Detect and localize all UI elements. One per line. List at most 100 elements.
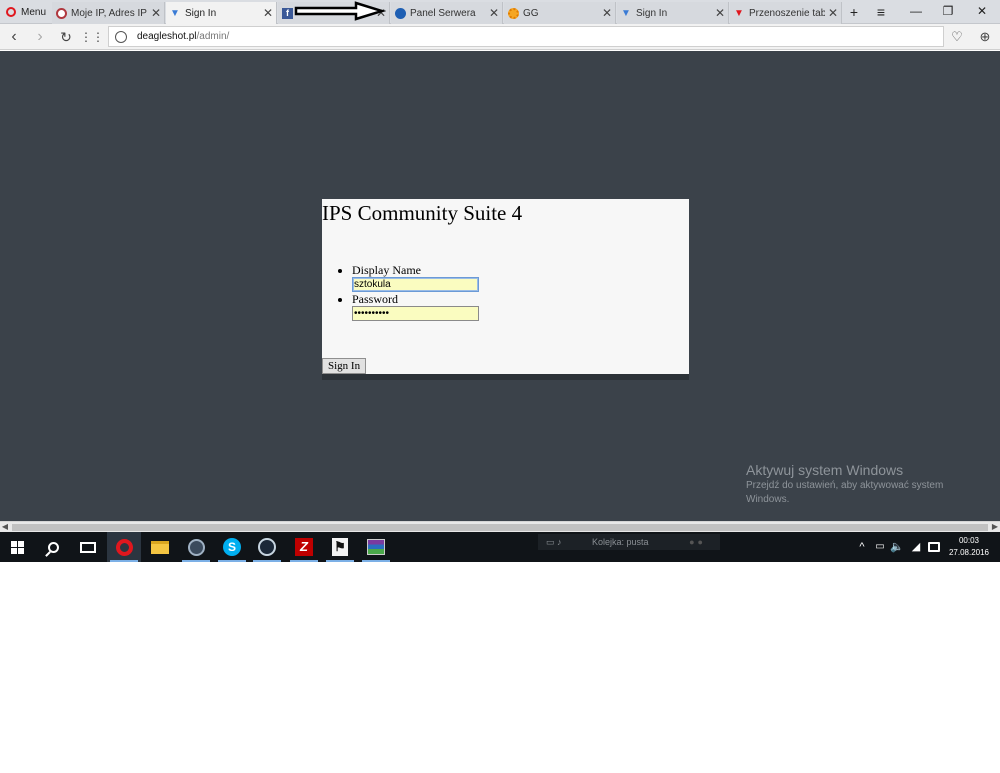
taskbar-skype[interactable]: S	[215, 532, 249, 562]
clock-time: 00:03	[958, 536, 980, 545]
network-icon[interactable]: ◢	[908, 532, 924, 562]
tab-sign-in[interactable]: ▼ Sign In ✕	[617, 2, 729, 24]
winrar-icon	[367, 539, 385, 555]
display-name-item: Display Name	[352, 263, 479, 292]
close-tab-icon[interactable]: ✕	[148, 6, 164, 20]
tab-label: Sign In	[185, 7, 217, 19]
close-tab-icon[interactable]: ✕	[486, 6, 502, 20]
system-clock[interactable]: 00:03 27.08.2016	[944, 535, 994, 559]
taskbar-winrar[interactable]	[359, 532, 393, 562]
facebook-icon: f	[282, 7, 293, 19]
download-icon[interactable]: ⊕	[974, 26, 996, 48]
gg-icon	[508, 7, 519, 19]
opera-icon	[115, 538, 133, 556]
speed-dial-grid-icon[interactable]: ⋮⋮⋮	[80, 26, 116, 48]
taskbar-opera[interactable]	[107, 532, 141, 562]
start-button[interactable]	[0, 532, 34, 562]
tab-sign-in-active[interactable]: ▼ Sign In ✕	[166, 2, 277, 24]
tab-label: Panel Serwera	[410, 7, 476, 19]
folder-icon	[151, 540, 169, 554]
sign-in-button[interactable]: Sign In	[322, 358, 367, 374]
display-name-input[interactable]	[352, 277, 479, 292]
blank-area	[0, 562, 1000, 773]
scroll-left-icon[interactable]: ◀	[0, 522, 10, 532]
url-host: deagleshot.pl	[137, 31, 197, 42]
new-tab-icon[interactable]: +	[843, 0, 865, 24]
watermark-title: Aktywuj system Windows	[746, 462, 904, 478]
password-label: Password	[352, 292, 399, 306]
restore-icon[interactable]: ❐	[932, 0, 964, 24]
password-item: Password	[352, 292, 479, 321]
search-icon	[47, 541, 59, 553]
reload-icon[interactable]: ↻	[55, 26, 77, 48]
filezilla-icon: Z	[295, 538, 313, 556]
action-center-button[interactable]	[926, 532, 942, 562]
tab-strip: Menu Moje IP, Adres IP - ✕ ▼ Sign In ✕ f…	[0, 0, 1000, 24]
ip-site-icon	[56, 7, 67, 19]
panel-favicon-icon	[395, 7, 406, 19]
tab-label: GG	[523, 7, 539, 19]
tab-przenoszenie[interactable]: ▼ Przenoszenie tabel ✕	[730, 2, 842, 24]
tab-menu-icon[interactable]: ≡	[870, 0, 892, 24]
page-title: IPS Community Suite 4	[322, 201, 523, 225]
close-tab-icon[interactable]: ✕	[599, 6, 615, 20]
media-toolbar: ▭ ♪ Kolejka: pusta ●●	[538, 534, 720, 550]
clock-date: 27.08.2016	[948, 548, 990, 557]
close-tab-icon[interactable]: ✕	[712, 6, 728, 20]
windows-logo-icon	[10, 540, 24, 554]
password-input[interactable]	[352, 306, 479, 321]
scrollbar-thumb[interactable]	[12, 524, 988, 531]
tab-panel-serwera[interactable]: Panel Serwera ✕	[391, 2, 503, 24]
taskbar-counter-strike[interactable]: ⚑	[323, 532, 357, 562]
scroll-right-icon[interactable]: ▶	[990, 522, 1000, 532]
skype-icon: S	[223, 538, 241, 556]
app-circle-icon	[187, 538, 205, 556]
horizontal-scrollbar[interactable]: ◀ ▶	[0, 521, 1000, 532]
search-button[interactable]	[36, 532, 70, 562]
media-controls-icon[interactable]: ●●	[689, 534, 706, 550]
browser-toolbar: ‹ › ↻ ⋮⋮⋮ deagleshot.pl/admin/ ♡ ⊕	[0, 24, 1000, 50]
volume-icon[interactable]: 🔈	[889, 532, 905, 562]
taskbar-file-explorer[interactable]	[143, 532, 177, 562]
menu-label: Menu	[21, 6, 47, 18]
counter-strike-icon: ⚑	[332, 538, 348, 556]
display-name-label: Display Name	[352, 263, 421, 277]
notification-icon	[928, 542, 940, 552]
media-icons: ▭ ♪	[546, 537, 562, 547]
battery-icon[interactable]: ▭	[872, 532, 888, 562]
watermark-subtitle: Przejdź do ustawień, aby aktywować syste…	[746, 480, 944, 505]
opera-menu-button[interactable]: Menu	[0, 0, 50, 24]
tab-label: Przenoszenie tabel	[749, 7, 825, 19]
annotation-arrow-icon	[294, 1, 386, 21]
v-favicon-icon: ▼	[621, 7, 631, 19]
v-favicon-icon: ▼	[170, 7, 180, 19]
forward-icon[interactable]: ›	[29, 26, 51, 48]
back-icon[interactable]: ‹	[3, 26, 25, 48]
steam-icon	[258, 538, 276, 556]
taskbar-steam[interactable]	[250, 532, 284, 562]
windows-activation-watermark: Aktywuj system Windows Przejdź do ustawi…	[746, 461, 986, 507]
close-tab-icon[interactable]: ✕	[260, 6, 276, 20]
taskbar-filezilla[interactable]: Z	[287, 532, 321, 562]
page-content: IPS Community Suite 4 Display Name Passw…	[0, 51, 1000, 521]
red-v-favicon-icon: ▼	[734, 7, 744, 19]
tray-expand-icon[interactable]: ^	[855, 532, 869, 562]
media-queue-label: Kolejka: pusta	[592, 537, 649, 547]
windows-taskbar: S Z ⚑ ▭ ♪ Kolejka: pusta ●● ^ ▭ 🔈 ◢ 00:0…	[0, 532, 1000, 562]
tab-label: Moje IP, Adres IP -	[71, 7, 148, 19]
minimize-icon[interactable]: —	[900, 0, 932, 24]
heart-bookmark-icon[interactable]: ♡	[946, 26, 968, 48]
tab-gg[interactable]: GG ✕	[504, 2, 616, 24]
url-path: /admin/	[196, 31, 230, 42]
tab-moje-ip[interactable]: Moje IP, Adres IP - ✕	[52, 2, 165, 24]
opera-logo-icon	[6, 7, 16, 17]
task-view-button[interactable]	[71, 532, 105, 562]
address-bar[interactable]: deagleshot.pl/admin/	[108, 26, 944, 47]
taskbar-app-o[interactable]	[179, 532, 213, 562]
task-view-icon	[80, 541, 96, 553]
close-window-icon[interactable]: ✕	[966, 0, 998, 24]
login-card: IPS Community Suite 4 Display Name Passw…	[322, 199, 689, 374]
login-fields: Display Name Password	[352, 263, 479, 321]
close-tab-icon[interactable]: ✕	[825, 6, 841, 20]
tab-label: Sign In	[636, 7, 668, 19]
